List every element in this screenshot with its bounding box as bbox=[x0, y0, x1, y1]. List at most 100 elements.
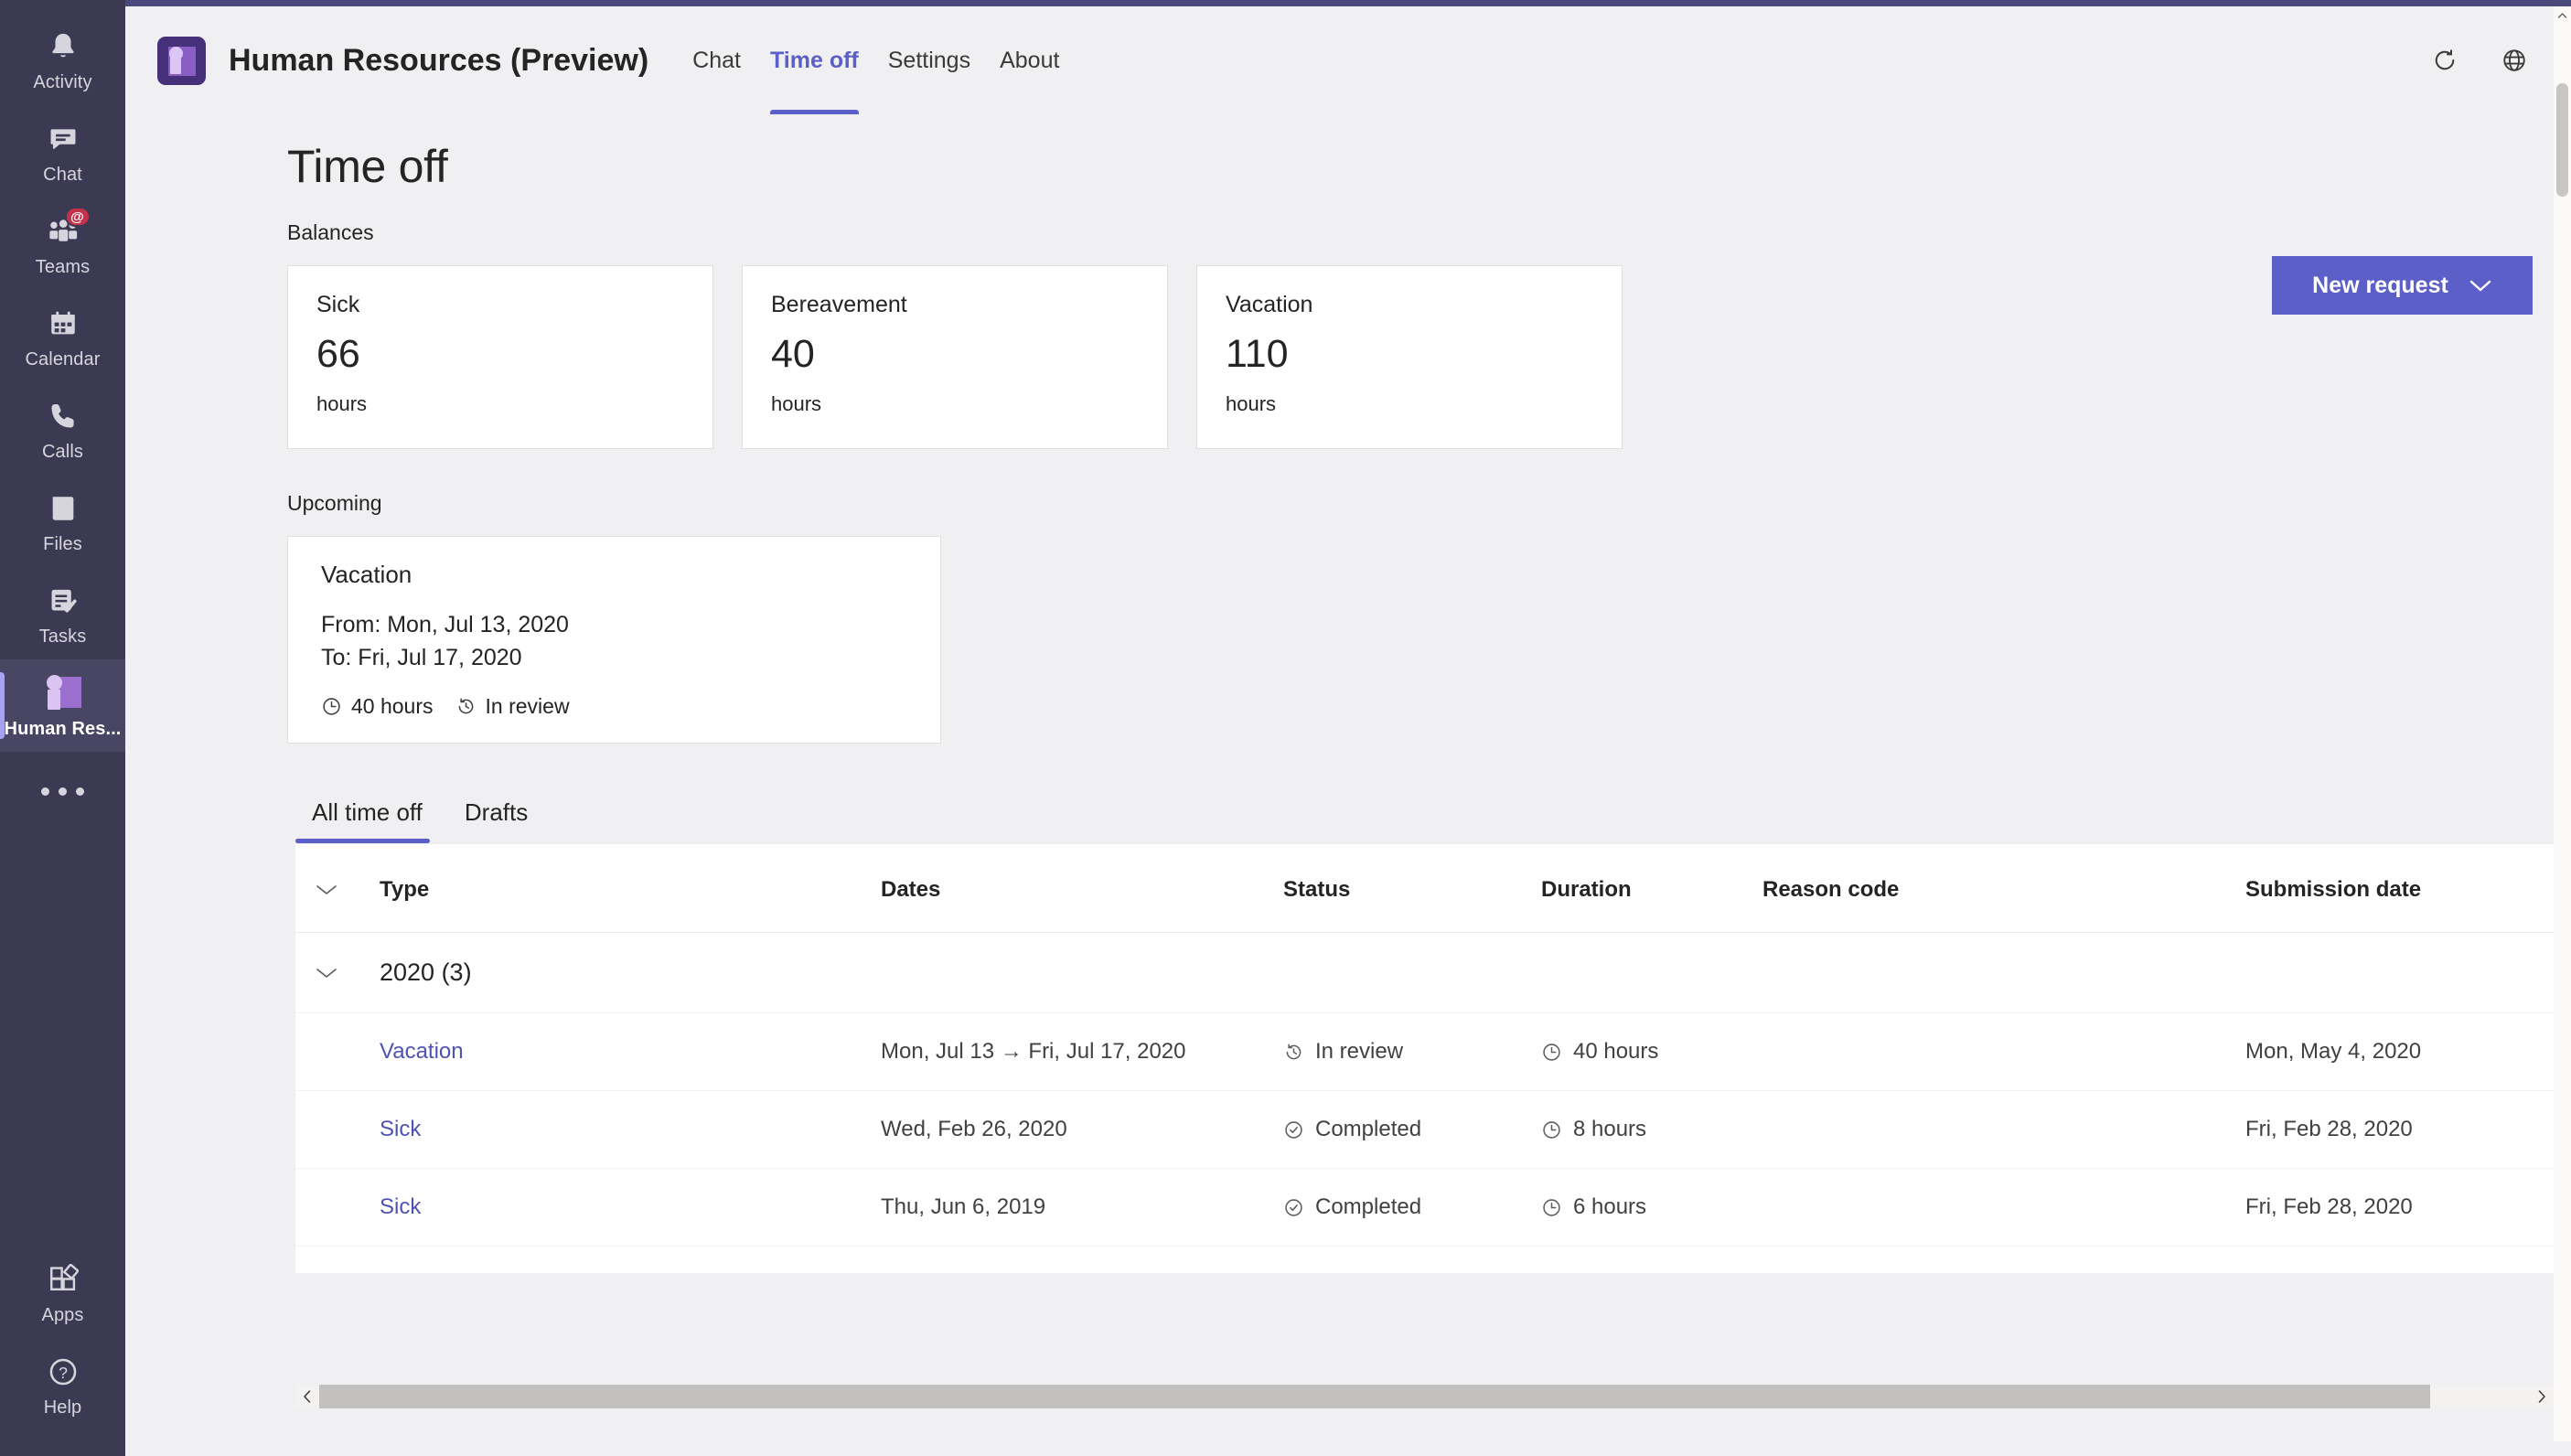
rail-more-apps-button[interactable] bbox=[0, 752, 125, 830]
time-off-table: Type Dates Status Duration Reason code S… bbox=[295, 843, 2571, 1273]
scroll-left-arrow-icon[interactable] bbox=[295, 1385, 319, 1408]
cell-type[interactable]: Sick bbox=[380, 1090, 881, 1169]
scroll-right-arrow-icon[interactable] bbox=[2530, 1385, 2554, 1408]
balances-card-row: Sick 66 hours Bereavement 40 hours Vacat… bbox=[125, 245, 2571, 449]
column-header-dates[interactable]: Dates bbox=[881, 844, 1283, 933]
cell-dates: Wed, Feb 26, 2020 bbox=[881, 1090, 1283, 1169]
chevron-down-icon bbox=[2469, 278, 2492, 293]
cell-status: Completed bbox=[1283, 1168, 1541, 1247]
upcoming-status-text: In review bbox=[485, 694, 570, 718]
check-circle-icon bbox=[1283, 1119, 1304, 1140]
scroll-up-arrow-icon[interactable] bbox=[2554, 6, 2571, 24]
cell-dates: Thu, Jun 6, 2019 bbox=[881, 1168, 1283, 1247]
tab-settings[interactable]: Settings bbox=[873, 6, 985, 114]
rail-item-calls[interactable]: Calls bbox=[0, 382, 125, 475]
type-link[interactable]: Sick bbox=[380, 1194, 421, 1219]
column-header-type[interactable]: Type bbox=[380, 844, 881, 933]
chevron-down-icon[interactable] bbox=[316, 883, 337, 896]
tab-about[interactable]: About bbox=[985, 6, 1074, 114]
tab-time-off[interactable]: Time off bbox=[755, 6, 873, 114]
balance-unit: hours bbox=[316, 392, 368, 415]
row-spacer bbox=[295, 1090, 380, 1169]
cell-reason-code bbox=[1762, 1012, 2245, 1091]
rail-item-apps[interactable]: Apps bbox=[0, 1246, 125, 1338]
group-label-cell: 2020 (3) bbox=[380, 932, 2571, 1013]
dot-icon bbox=[41, 787, 49, 796]
rail-item-label: Calendar bbox=[25, 349, 101, 369]
tab-chat[interactable]: Chat bbox=[678, 6, 755, 114]
teams-mention-badge: @ bbox=[64, 207, 91, 227]
rail-item-human-resources[interactable]: Human Res... bbox=[0, 659, 125, 752]
phone-icon bbox=[43, 396, 83, 436]
table-group-row[interactable]: 2020 (3) bbox=[295, 932, 2571, 1013]
column-header-submission-date[interactable]: Submission date bbox=[2245, 844, 2571, 933]
row-spacer bbox=[295, 1012, 380, 1091]
type-link[interactable]: Vacation bbox=[380, 1039, 464, 1064]
rail-item-chat[interactable]: Chat bbox=[0, 105, 125, 198]
balances-section-label: Balances bbox=[287, 220, 374, 244]
balance-card-vacation[interactable]: Vacation 110 hours bbox=[1196, 265, 1623, 449]
tab-all-time-off[interactable]: All time off bbox=[295, 795, 439, 843]
rail-item-label: Tasks bbox=[38, 626, 87, 647]
rail-item-label: Help bbox=[43, 1397, 82, 1418]
help-icon: ? bbox=[43, 1352, 83, 1392]
chevron-down-icon[interactable] bbox=[316, 967, 337, 980]
scrollbar-track[interactable] bbox=[319, 1385, 2530, 1408]
page-vertical-scrollbar[interactable] bbox=[2554, 6, 2571, 1456]
upcoming-section-label: Upcoming bbox=[287, 491, 382, 515]
cell-type[interactable]: Sick bbox=[380, 1168, 881, 1247]
bell-icon bbox=[43, 27, 83, 67]
cell-duration: 40 hours bbox=[1541, 1012, 1762, 1091]
duration-text: 8 hours bbox=[1573, 1117, 1647, 1141]
dot-icon bbox=[59, 787, 67, 796]
upcoming-status: In review bbox=[455, 694, 570, 719]
rail-item-help[interactable]: ? Help bbox=[0, 1338, 125, 1430]
column-header-duration[interactable]: Duration bbox=[1541, 844, 1762, 933]
vertical-scrollbar-thumb[interactable] bbox=[2556, 83, 2568, 197]
clock-icon bbox=[1541, 1197, 1562, 1218]
cell-status: In review bbox=[1283, 1012, 1541, 1091]
balance-card-bereavement[interactable]: Bereavement 40 hours bbox=[742, 265, 1168, 449]
check-circle-icon bbox=[1283, 1197, 1304, 1218]
cell-reason-code bbox=[1762, 1090, 2245, 1169]
group-expand-toggle[interactable] bbox=[295, 932, 380, 1013]
column-header-status[interactable]: Status bbox=[1283, 844, 1541, 933]
row-spacer bbox=[295, 1168, 380, 1247]
globe-icon[interactable] bbox=[2496, 42, 2533, 79]
table-row[interactable]: Sick Thu, Jun 6, 2019 Completed 6 hours … bbox=[295, 1168, 2571, 1247]
svg-text:?: ? bbox=[59, 1364, 68, 1382]
rail-item-tasks[interactable]: Tasks bbox=[0, 567, 125, 659]
window-bottom-strip bbox=[251, 1441, 2571, 1456]
new-request-button[interactable]: New request bbox=[2272, 256, 2533, 315]
table-row[interactable]: Vacation Mon, Jul 13 → Fri, Jul 17, 2020… bbox=[295, 1012, 2571, 1091]
rail-item-label: Teams bbox=[35, 257, 91, 277]
upcoming-from: From: Mon, Jul 13, 2020 bbox=[321, 612, 569, 637]
teams-icon: @ bbox=[43, 207, 91, 252]
upcoming-duration: 40 hours bbox=[321, 694, 434, 719]
rail-item-files[interactable]: Files bbox=[0, 475, 125, 567]
table-horizontal-scrollbar[interactable] bbox=[295, 1385, 2554, 1408]
scrollbar-thumb[interactable] bbox=[319, 1385, 2430, 1408]
rail-item-teams[interactable]: @ Teams bbox=[0, 198, 125, 290]
app-title: Human Resources (Preview) bbox=[229, 42, 649, 78]
cell-submission-date: Mon, May 4, 2020 bbox=[2245, 1012, 2571, 1091]
rail-item-activity[interactable]: Activity bbox=[0, 13, 125, 105]
expand-all-header[interactable] bbox=[295, 844, 380, 933]
refresh-icon[interactable] bbox=[2426, 42, 2463, 79]
balance-type: Bereavement bbox=[771, 292, 907, 317]
tab-drafts[interactable]: Drafts bbox=[448, 795, 544, 843]
upcoming-duration-text: 40 hours bbox=[351, 694, 434, 718]
rail-item-calendar[interactable]: Calendar bbox=[0, 290, 125, 382]
column-header-reason-code[interactable]: Reason code bbox=[1762, 844, 2245, 933]
clock-icon bbox=[321, 696, 342, 717]
upcoming-dates: From: Mon, Jul 13, 2020 To: Fri, Jul 17,… bbox=[321, 609, 907, 674]
balance-card-sick[interactable]: Sick 66 hours bbox=[287, 265, 713, 449]
type-link[interactable]: Sick bbox=[380, 1117, 421, 1141]
upcoming-request-card[interactable]: Vacation From: Mon, Jul 13, 2020 To: Fri… bbox=[287, 536, 941, 744]
rail-item-label: Apps bbox=[41, 1305, 84, 1325]
cell-type[interactable]: Vacation bbox=[380, 1012, 881, 1091]
upcoming-to: To: Fri, Jul 17, 2020 bbox=[321, 644, 522, 670]
human-resources-app-icon bbox=[157, 36, 206, 85]
table-row[interactable]: Sick Wed, Feb 26, 2020 Completed 8 hours… bbox=[295, 1090, 2571, 1169]
cell-submission-date: Fri, Feb 28, 2020 bbox=[2245, 1168, 2571, 1247]
